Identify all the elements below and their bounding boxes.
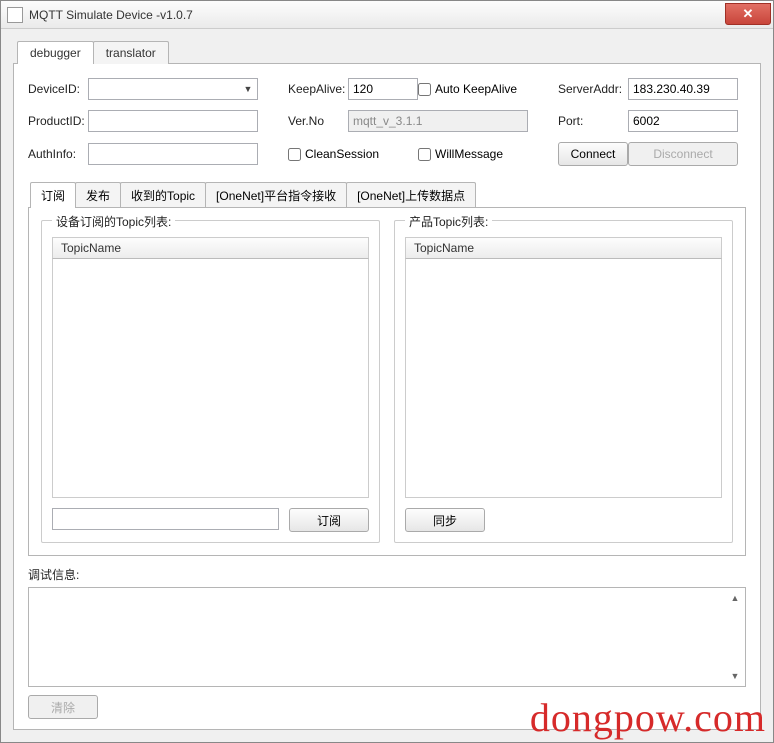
scroll-up-icon[interactable]: ▲ — [727, 590, 743, 606]
cleansession-text: CleanSession — [305, 147, 379, 161]
authinfo-input[interactable] — [88, 143, 258, 165]
scroll-down-icon[interactable]: ▼ — [727, 668, 743, 684]
keepalive-input[interactable] — [348, 78, 418, 100]
productid-input[interactable] — [88, 110, 258, 132]
verno-input — [348, 110, 528, 132]
subscribe-topic-input[interactable] — [52, 508, 279, 530]
product-topic-list[interactable] — [405, 259, 722, 498]
verno-label: Ver.No — [288, 114, 348, 128]
device-topic-title: 设备订阅的Topic列表: — [52, 213, 175, 230]
device-topic-header[interactable]: TopicName — [52, 237, 369, 259]
subscribe-panel: 设备订阅的Topic列表: TopicName 订阅 产品Topic列表: To… — [28, 207, 746, 556]
inner-tabs: 订阅 发布 收到的Topic [OneNet]平台指令接收 [OneNet]上传… — [30, 182, 746, 208]
auto-keepalive-input[interactable] — [418, 83, 431, 96]
productid-label: ProductID: — [28, 114, 88, 128]
tab-translator[interactable]: translator — [93, 41, 169, 64]
tab-received-topic[interactable]: 收到的Topic — [120, 182, 206, 208]
app-icon — [7, 7, 23, 23]
deviceid-input[interactable] — [88, 78, 258, 100]
auto-keepalive-checkbox[interactable]: Auto KeepAlive — [418, 82, 528, 96]
product-topic-group: 产品Topic列表: TopicName 同步 — [394, 220, 733, 543]
deviceid-combo[interactable]: ▼ — [88, 78, 258, 100]
window-title: MQTT Simulate Device -v1.0.7 — [29, 8, 725, 22]
port-label: Port: — [558, 114, 628, 128]
sync-button[interactable]: 同步 — [405, 508, 485, 532]
device-topic-group: 设备订阅的Topic列表: TopicName 订阅 — [41, 220, 380, 543]
close-button[interactable]: ✕ — [725, 3, 771, 25]
connection-settings: DeviceID: ▼ KeepAlive: Auto KeepAlive Se… — [28, 78, 746, 166]
deviceid-label: DeviceID: — [28, 82, 88, 96]
titlebar: MQTT Simulate Device -v1.0.7 ✕ — [1, 1, 773, 29]
serveraddr-label: ServerAddr: — [558, 82, 628, 96]
port-input[interactable] — [628, 110, 738, 132]
subscribe-button[interactable]: 订阅 — [289, 508, 369, 532]
disconnect-button[interactable]: Disconnect — [628, 142, 738, 166]
tab-publish[interactable]: 发布 — [75, 182, 121, 208]
device-topic-list[interactable] — [52, 259, 369, 498]
clear-button[interactable]: 清除 — [28, 695, 98, 719]
tab-onenet-cmd[interactable]: [OneNet]平台指令接收 — [205, 182, 347, 208]
cleansession-input[interactable] — [288, 148, 301, 161]
product-topic-title: 产品Topic列表: — [405, 213, 492, 230]
top-tabs: debugger translator — [17, 41, 761, 64]
authinfo-label: AuthInfo: — [28, 147, 88, 161]
willmessage-checkbox[interactable]: WillMessage — [418, 147, 528, 161]
tab-debugger[interactable]: debugger — [17, 41, 94, 64]
willmessage-input[interactable] — [418, 148, 431, 161]
auto-keepalive-text: Auto KeepAlive — [435, 82, 517, 96]
tab-onenet-upload[interactable]: [OneNet]上传数据点 — [346, 182, 476, 208]
keepalive-label: KeepAlive: — [288, 82, 348, 96]
content-area: debugger translator DeviceID: ▼ KeepAliv… — [1, 29, 773, 742]
app-window: MQTT Simulate Device -v1.0.7 ✕ debugger … — [0, 0, 774, 743]
debug-info-textarea[interactable]: ▲ ▼ — [28, 587, 746, 687]
debugger-panel: DeviceID: ▼ KeepAlive: Auto KeepAlive Se… — [13, 63, 761, 730]
willmessage-text: WillMessage — [435, 147, 503, 161]
tab-subscribe[interactable]: 订阅 — [30, 182, 76, 208]
debug-info-label: 调试信息: — [28, 566, 746, 583]
product-topic-header[interactable]: TopicName — [405, 237, 722, 259]
serveraddr-input[interactable] — [628, 78, 738, 100]
connect-button[interactable]: Connect — [558, 142, 628, 166]
cleansession-checkbox[interactable]: CleanSession — [288, 147, 418, 161]
